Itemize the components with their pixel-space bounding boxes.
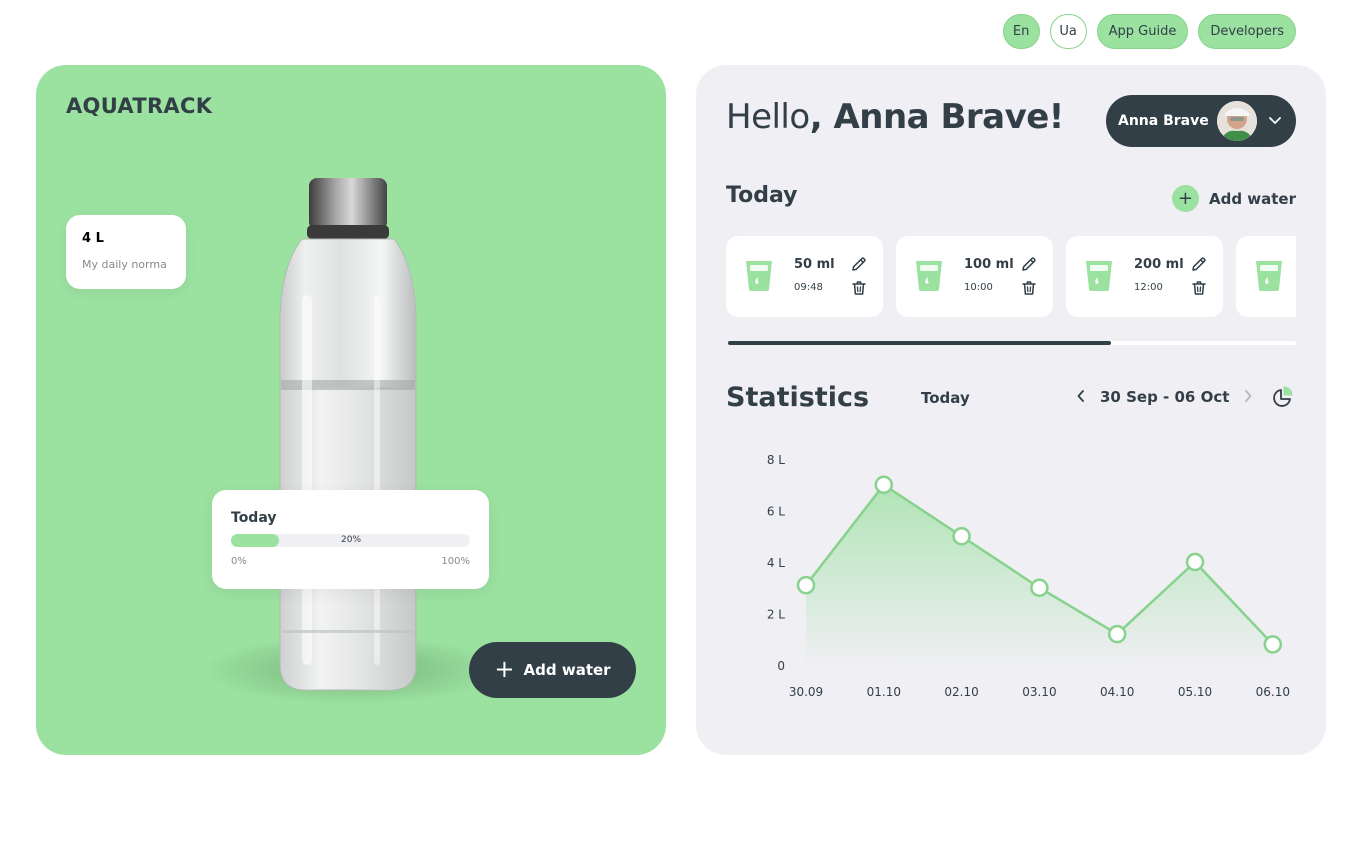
chart-point[interactable]	[952, 527, 971, 546]
app-logo[interactable]: AQUATRACK	[66, 94, 212, 118]
x-tick-label: 01.10	[867, 685, 901, 699]
add-water-button-label: Add water	[523, 661, 611, 679]
chart-point[interactable]	[1107, 624, 1127, 644]
top-nav: En Ua App Guide Developers	[1002, 14, 1296, 49]
chart-point[interactable]	[1185, 552, 1205, 572]
y-tick-label: 6 L	[767, 505, 785, 519]
x-tick-label: 06.10	[1256, 685, 1290, 699]
water-main-panel: AQUATRACK 4 L My daily norma Today 20% 0…	[36, 65, 666, 755]
x-tick-label: 03.10	[1022, 685, 1056, 699]
daily-norma-label: My daily norma	[82, 258, 167, 271]
daily-norma-value: 4 L	[82, 231, 104, 246]
water-bottle-image	[279, 178, 417, 691]
chart-x-axis: 30.09 01.10 02.10 03.10 04.10 05.10 06.10	[789, 685, 1290, 699]
chart-y-axis: 0 2 L 4 L 6 L 8 L	[767, 453, 785, 673]
developers-button[interactable]: Developers	[1198, 14, 1296, 49]
chart-point[interactable]	[1030, 578, 1049, 597]
water-detailed-info-panel: Hello, Anna Brave! Anna Brave Today + Ad…	[696, 65, 1326, 755]
x-tick-label: 04.10	[1100, 685, 1134, 699]
progress-bar: 20%	[231, 534, 470, 547]
today-progress-card: Today 20% 0% 100%	[212, 490, 489, 589]
language-ua-button[interactable]: Ua	[1049, 14, 1087, 49]
progress-percent-label: 20%	[341, 535, 362, 545]
app-guide-button[interactable]: App Guide	[1096, 14, 1189, 49]
plus-icon: +	[494, 655, 515, 683]
water-statistics-chart: 0 2 L 4 L 6 L 8 L 30.09 01.10 02.10 03.10 04.10 0…	[767, 453, 1290, 699]
progress-bar-fill	[231, 534, 279, 547]
language-en-button[interactable]: En	[1002, 14, 1040, 49]
chart-point[interactable]	[1263, 635, 1283, 654]
y-tick-label: 4 L	[767, 556, 785, 570]
chart-area-fill	[806, 484, 1273, 665]
y-tick-label: 2 L	[767, 608, 785, 622]
progress-title: Today	[231, 510, 277, 526]
chart-point[interactable]	[874, 475, 894, 494]
x-tick-label: 05.10	[1178, 685, 1212, 699]
progress-min-label: 0%	[231, 556, 247, 567]
chart-point[interactable]	[796, 575, 816, 595]
add-water-button[interactable]: + Add water	[469, 642, 636, 698]
y-tick-label: 8 L	[767, 453, 785, 467]
progress-max-label: 100%	[441, 556, 470, 567]
daily-norma-card: 4 L My daily norma	[66, 215, 186, 289]
progress-scale: 0% 100%	[231, 556, 470, 567]
x-tick-label: 30.09	[789, 685, 823, 699]
x-tick-label: 02.10	[944, 685, 978, 699]
y-tick-label: 0	[777, 659, 785, 673]
